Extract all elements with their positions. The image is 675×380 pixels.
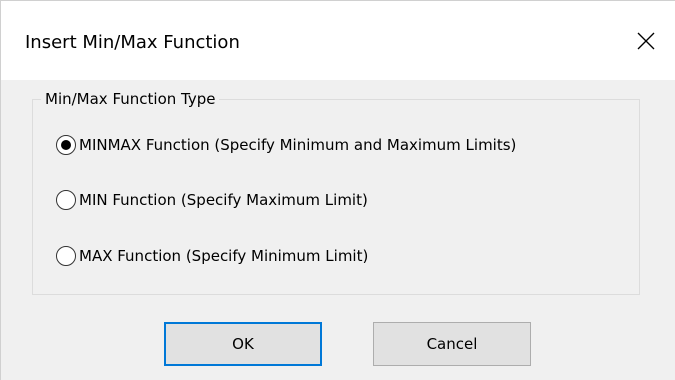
radio-button-min[interactable] [56,190,76,210]
window-title: Insert Min/Max Function [25,32,240,53]
radio-option-max[interactable]: MAX Function (Specify Minimum Limit) [56,244,368,268]
radio-label-minmax: MINMAX Function (Specify Minimum and Max… [79,136,517,154]
function-type-group: Min/Max Function Type MINMAX Function (S… [32,89,640,295]
radio-option-minmax[interactable]: MINMAX Function (Specify Minimum and Max… [56,133,516,157]
title-bar: Insert Min/Max Function [1,1,675,80]
radio-label-min: MIN Function (Specify Maximum Limit) [79,191,368,209]
group-legend: Min/Max Function Type [41,89,220,109]
close-icon [637,32,655,50]
close-button[interactable] [625,15,675,65]
cancel-button[interactable]: Cancel [373,322,531,366]
radio-option-min[interactable]: MIN Function (Specify Maximum Limit) [56,188,368,212]
radio-button-minmax[interactable] [56,135,76,155]
ok-button[interactable]: OK [164,322,322,366]
radio-label-max: MAX Function (Specify Minimum Limit) [79,247,369,265]
insert-minmax-dialog: Insert Min/Max Function Min/Max Function… [0,0,675,380]
radio-button-max[interactable] [56,246,76,266]
